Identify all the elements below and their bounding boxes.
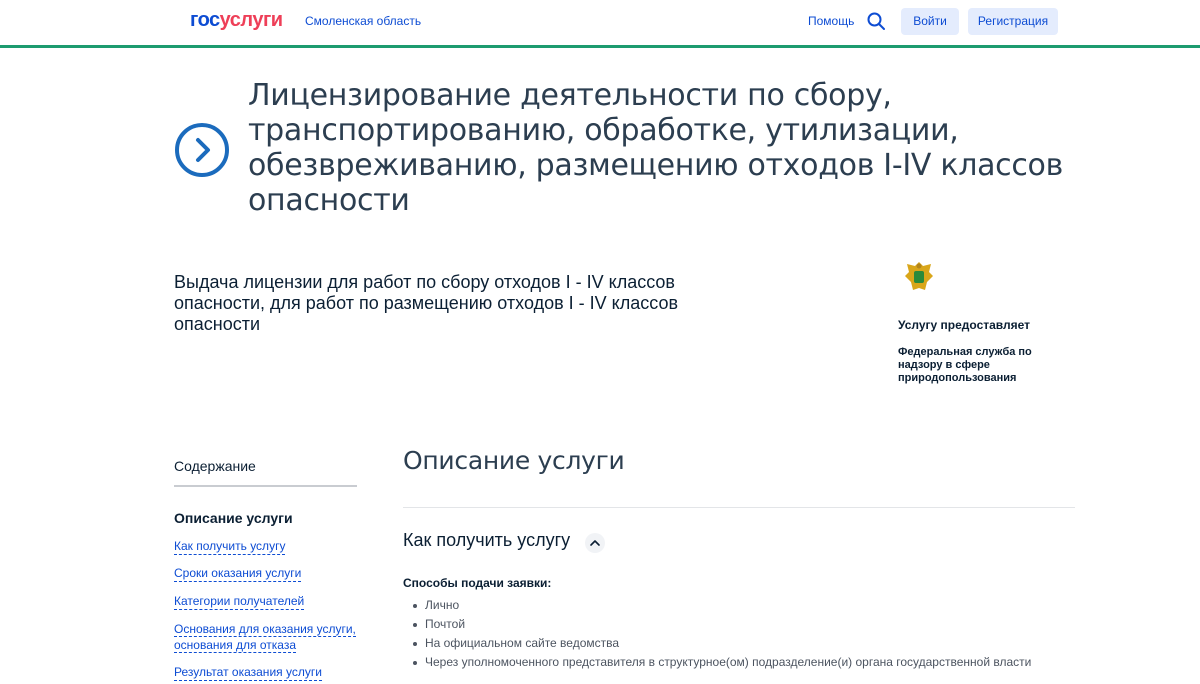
- login-button[interactable]: Войти: [901, 8, 959, 35]
- toc-link-recipients[interactable]: Категории получателей: [174, 593, 305, 610]
- logo-part-gos: гос: [190, 9, 220, 31]
- methods-label: Способы подачи заявки:: [403, 576, 552, 590]
- emblem-icon: [905, 262, 933, 290]
- toc-link-terms[interactable]: Сроки оказания услуги: [174, 565, 302, 582]
- toc-link-how-to-get[interactable]: Как получить услугу: [174, 538, 286, 555]
- logo-part-uslugi: услуги: [219, 9, 283, 31]
- service-subtitle: Выдача лицензии для работ по сбору отход…: [174, 272, 679, 334]
- chevron-up-icon[interactable]: [584, 532, 606, 554]
- how-to-get-title[interactable]: Как получить услугу: [403, 530, 570, 551]
- toc-divider: [174, 485, 357, 487]
- region-selector[interactable]: Смоленская область: [305, 14, 421, 28]
- toc-section-description[interactable]: Описание услуги: [174, 510, 293, 526]
- description-divider: [403, 507, 1075, 508]
- toc-title: Содержание: [174, 458, 256, 474]
- list-item: На официальном сайте ведомства: [403, 635, 1031, 654]
- search-icon[interactable]: [866, 11, 886, 31]
- toc-link-grounds[interactable]: Основания для оказания услуги, основания…: [174, 621, 359, 653]
- toc-link-grounds-label: Основания для оказания услуги, основания…: [174, 622, 356, 653]
- list-item: Лично: [403, 597, 1031, 616]
- methods-list: Лично Почтой На официальном сайте ведомс…: [403, 597, 1031, 673]
- register-button[interactable]: Регистрация: [968, 8, 1058, 35]
- provider-name[interactable]: Федеральная служба по надзору в сфере пр…: [898, 346, 1058, 385]
- provider-label: Услугу предоставляет: [898, 318, 1031, 332]
- site-header: госуслуги Смоленская область Помощь Войт…: [0, 0, 1200, 48]
- chevron-right-circle-icon: [175, 123, 229, 177]
- description-title: Описание услуги: [403, 446, 625, 475]
- page-title: Лицензирование деятельности по сбору, тр…: [248, 78, 1063, 218]
- list-item: Через уполномоченного представителя в ст…: [403, 654, 1031, 673]
- help-link[interactable]: Помощь: [808, 14, 854, 28]
- gosuslugi-logo[interactable]: госуслуги: [190, 9, 283, 32]
- toc-link-result[interactable]: Результат оказания услуги: [174, 664, 322, 681]
- list-item: Почтой: [403, 616, 1031, 635]
